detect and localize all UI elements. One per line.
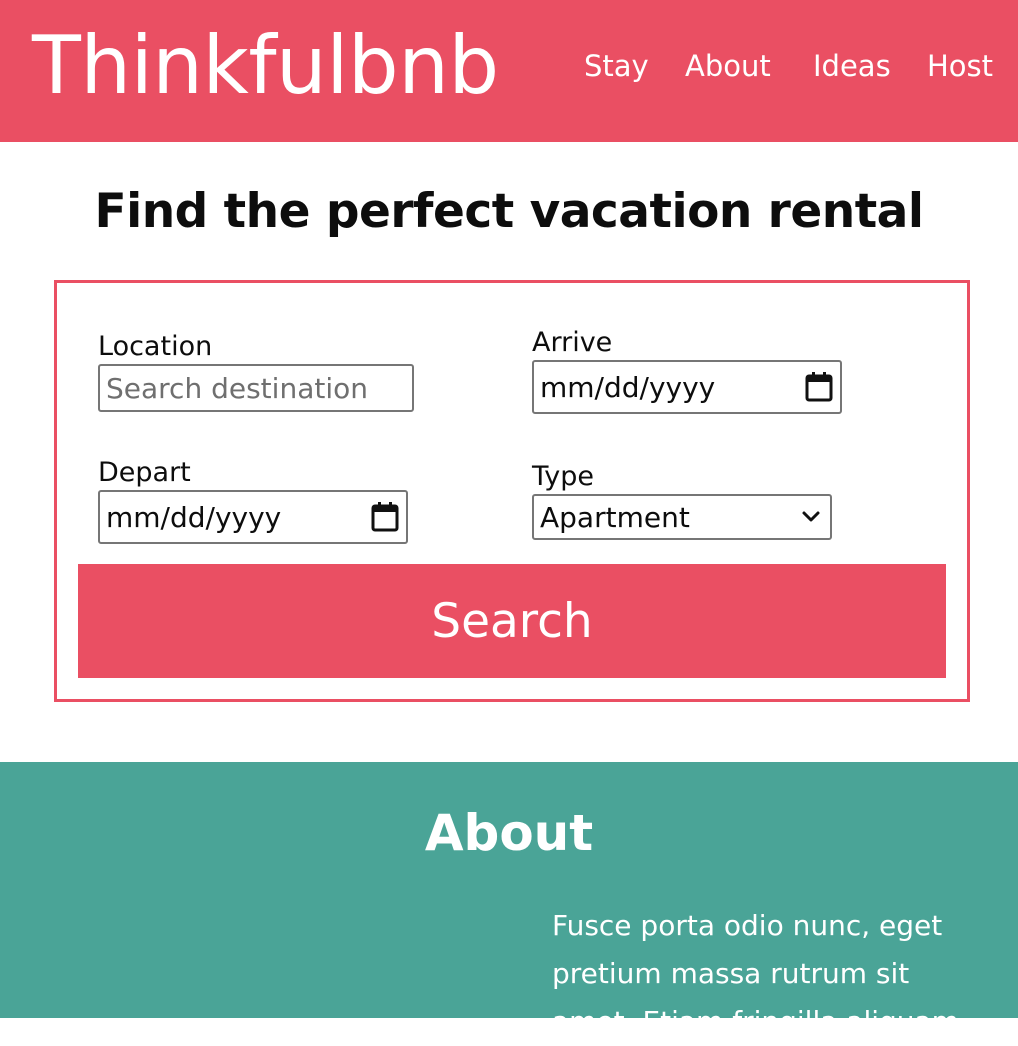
nav-link-ideas[interactable]: Ideas <box>813 44 891 88</box>
page-title: Find the perfect vacation rental <box>94 184 925 239</box>
depart-date-field[interactable]: mm/dd/yyyy <box>98 490 408 544</box>
arrive-date-value: mm/dd/yyyy <box>540 370 716 404</box>
location-label: Location <box>98 331 213 362</box>
brand-logo[interactable]: Thinkfulbnb <box>32 14 499 118</box>
nav-link-stay[interactable]: Stay <box>584 44 649 88</box>
depart-date-value: mm/dd/yyyy <box>106 500 282 534</box>
type-label: Type <box>532 461 595 492</box>
nav-link-host[interactable]: Host <box>927 44 993 88</box>
arrive-label: Arrive <box>532 327 613 358</box>
site-header: Thinkfulbnb Stay About Ideas Host <box>0 0 1018 142</box>
location-input[interactable] <box>106 371 406 405</box>
search-button[interactable]: Search <box>78 564 946 678</box>
calendar-icon[interactable] <box>804 371 834 403</box>
about-title: About <box>424 804 594 862</box>
depart-label: Depart <box>98 457 191 488</box>
chevron-down-icon <box>802 511 820 522</box>
type-selected-value: Apartment <box>540 500 690 534</box>
about-section: About Fusce porta odio nunc, eget pretiu… <box>0 762 1018 1038</box>
about-text: Fusce porta odio nunc, eget pretium mass… <box>552 909 959 1038</box>
location-field[interactable] <box>98 364 414 412</box>
nav-link-about[interactable]: About <box>685 44 771 88</box>
type-select[interactable]: Apartment <box>532 494 832 540</box>
arrive-date-field[interactable]: mm/dd/yyyy <box>532 360 842 414</box>
calendar-icon[interactable] <box>370 501 400 533</box>
